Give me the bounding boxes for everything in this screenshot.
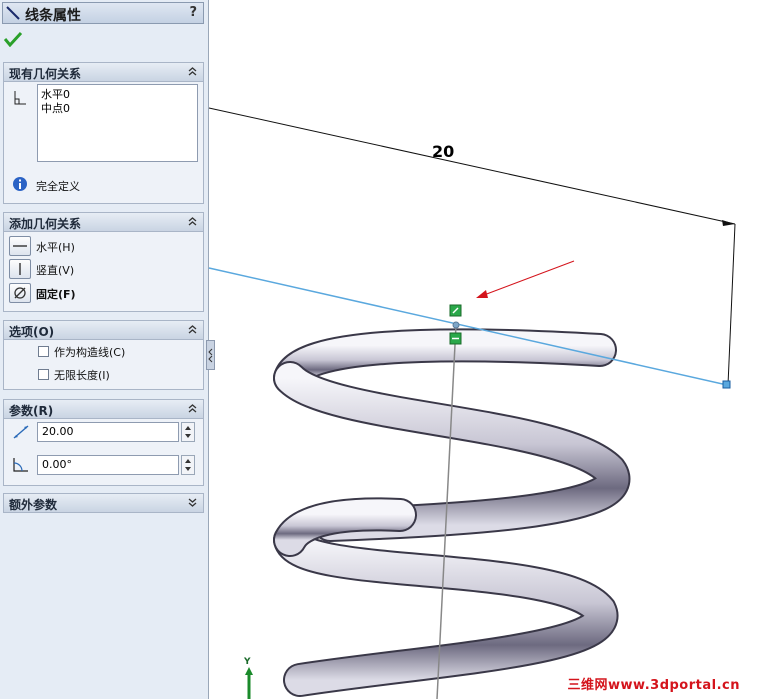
arrow-head-icon [476, 290, 488, 298]
fix-relation-button[interactable] [9, 283, 31, 303]
construction-label[interactable]: 作为构造线(C) [54, 344, 125, 360]
parameters-title: 参数(R) [9, 404, 54, 418]
vertical-label[interactable]: 竖直(V) [36, 262, 74, 278]
line-endpoint-handle[interactable] [722, 380, 731, 389]
parameters-section: 参数(R) 20.00 0.00° [3, 399, 204, 486]
midpoint-marker[interactable] [452, 321, 460, 329]
extra-parameters-title: 额外参数 [9, 498, 58, 512]
length-input[interactable]: 20.00 [37, 422, 179, 442]
info-icon [13, 177, 27, 191]
dimension-value-20[interactable]: 20 [432, 142, 454, 161]
collapse-chevron-icon[interactable] [187, 324, 198, 335]
ok-checkmark-icon[interactable] [4, 31, 22, 47]
add-relations-section: 添加几何关系 水平(H) 竖直(V) 固定(F) [3, 212, 204, 312]
existing-relations-header[interactable]: 现有几何关系 [4, 63, 203, 82]
options-section: 选项(O) 作为构造线(C) 无限长度(I) [3, 320, 204, 390]
construction-checkbox[interactable] [38, 346, 49, 357]
dimension-witness-line [727, 223, 736, 386]
existing-relations-section: 现有几何关系 水平0 中点0 完全定义 [3, 62, 204, 204]
centerline [436, 324, 457, 699]
collapse-chevron-icon[interactable] [187, 66, 198, 77]
options-title: 选项(O) [9, 325, 55, 339]
fully-defined-status: 完全定义 [36, 180, 80, 193]
fix-label[interactable]: 固定(F) [36, 286, 76, 302]
anchor-fix-icon [14, 287, 26, 299]
length-spinner[interactable] [181, 422, 195, 442]
collapse-chevron-icon[interactable] [187, 216, 198, 227]
horizontal-relation-icon[interactable] [449, 332, 462, 345]
horizontal-icon [13, 245, 27, 247]
panel-collapse-handle[interactable] [206, 340, 215, 370]
horizontal-label[interactable]: 水平(H) [36, 239, 75, 255]
spring-model[interactable] [273, 328, 631, 697]
watermark-text: 三维网www.3dportal.cn [567, 678, 740, 693]
axis-triad-icon [245, 667, 253, 699]
add-relations-title: 添加几何关系 [9, 217, 82, 231]
extra-parameters-section: 额外参数 [3, 493, 204, 513]
midpoint-relation-icon[interactable] [449, 304, 462, 317]
horizontal-relation-button[interactable] [9, 236, 31, 256]
add-relations-header[interactable]: 添加几何关系 [4, 213, 203, 232]
relation-perpendicular-icon [14, 91, 26, 105]
infinite-length-label[interactable]: 无限长度(I) [54, 367, 110, 383]
existing-relations-list[interactable]: 水平0 中点0 [37, 84, 198, 162]
dimension-arrow-icon [722, 220, 735, 226]
dimension-extension-line [208, 107, 736, 225]
angle-spinner[interactable] [181, 455, 195, 475]
expand-chevron-icon[interactable] [187, 497, 198, 508]
panel-title: 线条属性 [25, 8, 81, 24]
parameters-header[interactable]: 参数(R) [4, 400, 203, 419]
panel-titlebar: 线条属性 ? [2, 2, 204, 24]
property-manager-panel: 线条属性 ? 现有几何关系 水平0 中点0 完全定义 添加几何关系 水平(H) … [0, 0, 209, 699]
infinite-length-checkbox[interactable] [38, 369, 49, 380]
list-item[interactable]: 中点0 [41, 102, 194, 116]
line-icon [6, 6, 20, 20]
options-header[interactable]: 选项(O) [4, 321, 203, 340]
triad-y-label: Y [244, 657, 251, 667]
extra-parameters-header[interactable]: 额外参数 [4, 494, 203, 512]
sketch-line[interactable] [208, 267, 728, 386]
length-dimension-icon [13, 425, 29, 439]
vertical-relation-button[interactable] [9, 259, 31, 279]
pointer-arrow [483, 260, 575, 296]
angle-icon [13, 458, 28, 472]
vertical-icon [19, 263, 21, 275]
angle-input[interactable]: 0.00° [37, 455, 179, 475]
list-item[interactable]: 水平0 [41, 88, 194, 102]
collapse-chevron-icon[interactable] [187, 403, 198, 414]
existing-relations-title: 现有几何关系 [9, 67, 82, 81]
help-button[interactable]: ? [189, 5, 197, 20]
